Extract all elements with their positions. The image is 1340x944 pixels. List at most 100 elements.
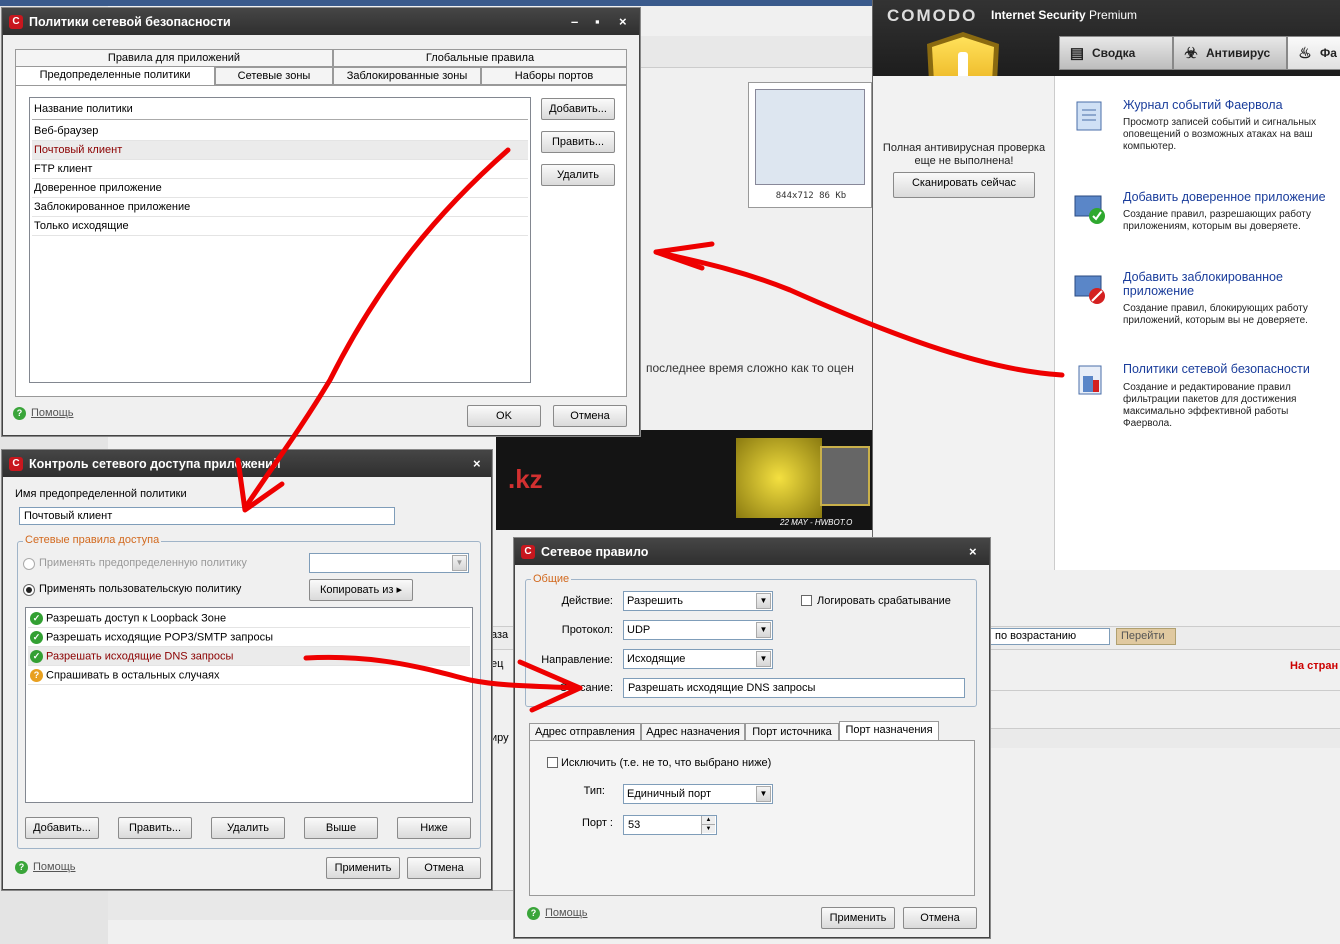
comodo-logo-icon: C	[9, 457, 23, 471]
close-icon[interactable]: ×	[969, 544, 977, 559]
copy-from-button[interactable]: Копировать из ▸	[309, 579, 413, 601]
list-item[interactable]: Только исходящие	[32, 217, 528, 236]
rule-row-selected[interactable]: ✓ Разрешать исходящие DNS запросы	[28, 647, 470, 666]
add-button[interactable]: Добавить...	[25, 817, 99, 839]
list-item[interactable]: Веб-браузер	[32, 122, 528, 141]
tab-label: Сводка	[1092, 46, 1136, 60]
custom-policy-radio[interactable]	[23, 584, 35, 596]
item-title[interactable]: Добавить заблокированное приложение	[1123, 270, 1340, 298]
sort-order-select[interactable]: по возрастанию	[990, 628, 1110, 645]
apply-button[interactable]: Применить	[821, 907, 895, 929]
list-item[interactable]: Заблокированное приложение	[32, 198, 528, 217]
tab-antivirus[interactable]: ☣ Антивирус	[1173, 36, 1287, 70]
list-item-selected[interactable]: Почтовый клиент	[32, 141, 528, 160]
dialog-titlebar[interactable]: C Контроль сетевого доступа приложений ×	[3, 451, 491, 477]
tab-predefined-policies[interactable]: Предопределенные политики	[15, 66, 215, 86]
comodo-logo-icon: C	[521, 545, 535, 559]
product-name-main: Internet Security	[991, 8, 1086, 22]
port-type-select[interactable]: Единичный порт ▼	[623, 784, 773, 804]
help-link[interactable]: ? Помощь	[527, 907, 588, 920]
spin-up-icon[interactable]: ▲	[702, 816, 715, 825]
divider	[990, 690, 1340, 691]
move-up-button[interactable]: Выше	[304, 817, 378, 839]
dialog-titlebar[interactable]: C Сетевое правило ×	[515, 539, 989, 565]
protocol-select[interactable]: UDP ▼	[623, 620, 773, 640]
ok-button[interactable]: OK	[467, 405, 541, 427]
background-row	[636, 36, 872, 68]
close-icon[interactable]: ×	[473, 456, 481, 471]
tab-source-address[interactable]: Адрес отправления	[529, 723, 641, 741]
network-policies-item[interactable]: Политики сетевой безопасности Создание и…	[1073, 362, 1340, 442]
add-blocked-app-item[interactable]: Добавить заблокированное приложение Созд…	[1073, 270, 1340, 340]
arrow-right-icon: ▸	[396, 584, 403, 596]
biohazard-icon: ☣	[1184, 45, 1198, 62]
log-checkbox[interactable]	[801, 595, 812, 606]
tab-app-rules[interactable]: Правила для приложений	[15, 49, 333, 67]
description-input[interactable]: Разрешать исходящие DNS запросы	[623, 678, 965, 698]
item-title[interactable]: Добавить доверенное приложение	[1123, 190, 1340, 204]
cancel-button[interactable]: Отмена	[903, 907, 977, 929]
direction-label: Направление:	[541, 654, 613, 666]
delete-button[interactable]: Удалить	[211, 817, 285, 839]
delete-button[interactable]: Удалить	[541, 164, 615, 186]
tab-destination-port[interactable]: Порт назначения	[839, 721, 939, 741]
tab-destination-address[interactable]: Адрес назначения	[641, 723, 745, 741]
rules-list[interactable]: ✓ Разрешать доступ к Loopback Зоне ✓ Разре…	[25, 607, 473, 803]
tab-port-sets[interactable]: Наборы портов	[481, 67, 627, 85]
blocked-app-icon	[1074, 275, 1105, 304]
background-thumbnail[interactable]: 844x712 86 Kb	[748, 82, 872, 208]
apply-button[interactable]: Применить	[326, 857, 400, 879]
tab-label: Антивирус	[1206, 46, 1271, 60]
edit-button[interactable]: Править...	[541, 131, 615, 153]
item-title[interactable]: Политики сетевой безопасности	[1123, 362, 1340, 376]
dialog-titlebar[interactable]: C Политики сетевой безопасности – ▪ ×	[3, 9, 639, 35]
policy-name-label: Имя предопределенной политики	[15, 488, 187, 500]
list-item[interactable]: FTP клиент	[32, 160, 528, 179]
tab-global-rules[interactable]: Глобальные правила	[333, 49, 627, 67]
go-button[interactable]: Перейти	[1116, 628, 1176, 645]
predefined-policy-radio[interactable]	[23, 558, 35, 570]
minimize-icon[interactable]: –	[571, 14, 578, 29]
chevron-down-icon: ▼	[756, 651, 771, 667]
close-icon[interactable]: ×	[619, 14, 627, 29]
tab-blocked-zones[interactable]: Заблокированные зоны	[333, 67, 481, 85]
item-title[interactable]: Журнал событий Фаервола	[1123, 98, 1340, 112]
help-link[interactable]: ? Помощь	[13, 407, 74, 420]
help-label: Помощь	[545, 907, 588, 919]
protocol-value: UDP	[627, 624, 651, 636]
spin-down-icon[interactable]: ▼	[702, 825, 715, 833]
network-policies-dialog: C Политики сетевой безопасности – ▪ × Пр…	[2, 8, 640, 436]
list-item[interactable]: Доверенное приложение	[32, 179, 528, 198]
banner-avatar	[820, 446, 870, 506]
firewall-log-item[interactable]: Журнал событий Фаервола Просмотр записей…	[1073, 98, 1340, 178]
exclude-checkbox[interactable]	[547, 757, 558, 768]
tab-source-port[interactable]: Порт источника	[745, 723, 839, 741]
tab-network-zones[interactable]: Сетевые зоны	[215, 67, 333, 85]
policy-list[interactable]: Название политики Веб-браузер Почтовый к…	[29, 97, 531, 383]
direction-select[interactable]: Исходящие ▼	[623, 649, 773, 669]
maximize-icon[interactable]: ▪	[595, 14, 600, 29]
tab-firewall[interactable]: ♨ Фа	[1287, 36, 1340, 70]
policy-name-input[interactable]: Почтовый клиент	[19, 507, 395, 525]
app-network-control-dialog: C Контроль сетевого доступа приложений ×…	[2, 450, 492, 890]
move-down-button[interactable]: Ниже	[397, 817, 471, 839]
action-select[interactable]: Разрешить ▼	[623, 591, 773, 611]
edit-button[interactable]: Править...	[118, 817, 192, 839]
add-button[interactable]: Добавить...	[541, 98, 615, 120]
list-header[interactable]: Название политики	[32, 100, 528, 120]
help-link[interactable]: ? Помощь	[15, 861, 76, 874]
port-stepper[interactable]: ▲ ▼	[701, 816, 715, 834]
allow-icon: ✓	[30, 650, 43, 663]
tab-summary[interactable]: ▤ Сводка	[1059, 36, 1173, 70]
thumbnail-caption: 844x712 86 Kb	[775, 191, 847, 201]
cancel-button[interactable]: Отмена	[553, 405, 627, 427]
rule-row[interactable]: ✓ Разрешать доступ к Loopback Зоне	[28, 609, 470, 628]
rule-row[interactable]: ✓ Разрешать исходящие POP3/SMTP запросы	[28, 628, 470, 647]
background-banner[interactable]: .kz 22 MAY - HWBOT.O	[496, 430, 872, 530]
cancel-button[interactable]: Отмена	[407, 857, 481, 879]
predefined-policy-select[interactable]: ▼	[309, 553, 469, 573]
rule-row[interactable]: ? Спрашивать в остальных случаях	[28, 666, 470, 685]
add-trusted-app-item[interactable]: Добавить доверенное приложение Создание …	[1073, 190, 1340, 250]
scan-now-button[interactable]: Сканировать сейчас	[893, 172, 1035, 198]
direction-value: Исходящие	[627, 653, 686, 665]
